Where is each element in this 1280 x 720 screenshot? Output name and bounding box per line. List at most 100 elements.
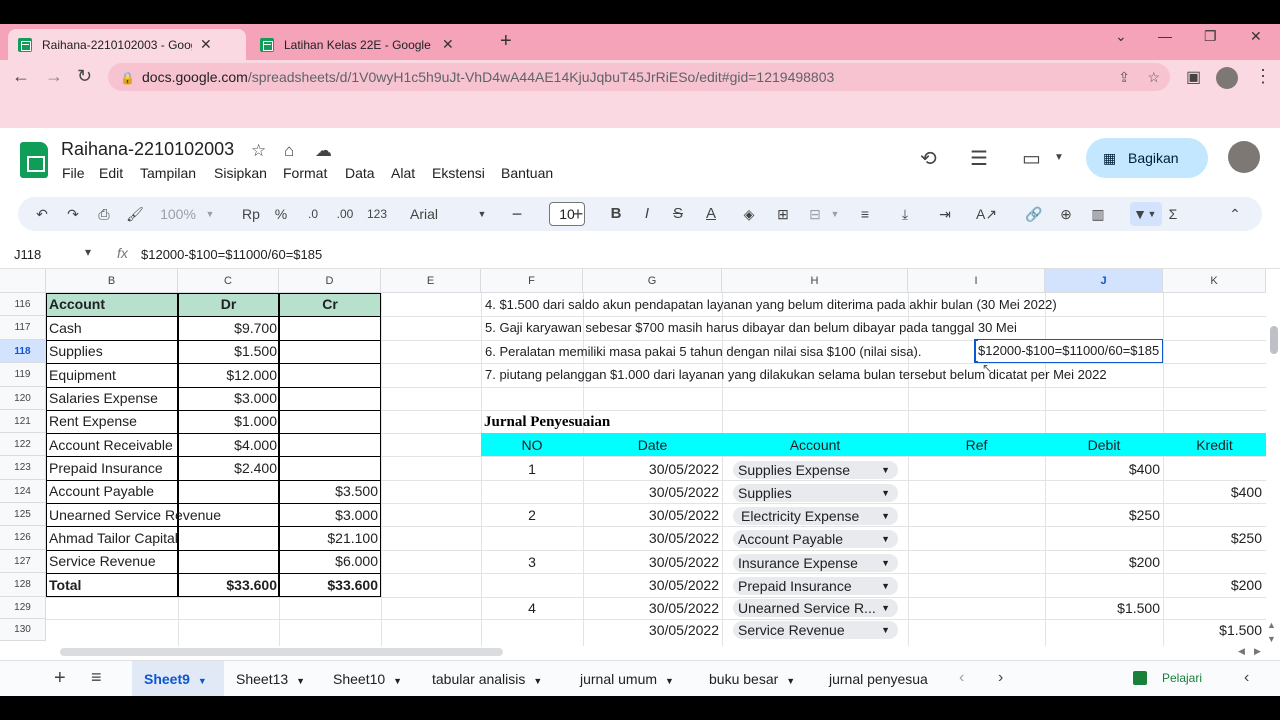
spreadsheet-grid[interactable]: B C D E F G H I J K 116 117 118 119 120 … [0,269,1266,646]
journal-kredit[interactable]: $250 [1163,527,1262,549]
meet-icon[interactable]: ▭ [1022,146,1041,171]
tb-dr[interactable]: $1.000 [178,410,277,432]
journal-date[interactable]: 30/05/2022 [583,458,719,480]
journal-date[interactable]: 30/05/2022 [583,481,719,503]
menu-view[interactable]: Tampilan [140,165,196,181]
horizontal-align-icon[interactable]: ≡ [856,197,874,231]
active-cell-value[interactable]: $12000-$100=$11000/60=$185 [978,340,1162,362]
header-cr[interactable]: Cr [279,293,381,315]
font-select[interactable]: Arial [410,197,450,231]
tb-account[interactable]: Equipment [49,364,177,386]
select-all-corner[interactable] [0,269,46,293]
new-tab-button[interactable]: + [500,30,512,53]
undo-icon[interactable]: ↶ [32,197,52,231]
tb-account[interactable]: Unearned Service Revenue [49,504,277,526]
close-tab-icon[interactable]: ✕ [200,36,212,53]
move-icon[interactable]: ⌂ [284,141,294,161]
tb-account[interactable]: Prepaid Insurance [49,457,177,479]
cloud-status-icon[interactable]: ☁ [315,141,332,161]
journal-no[interactable]: 2 [481,504,583,526]
column-header-c[interactable]: C [178,269,279,293]
journal-account-dropdown[interactable]: Electricity Expense ▼ [733,507,898,525]
scroll-tabs-left-icon[interactable]: ‹ [959,669,964,687]
tb-dr[interactable]: $4.000 [178,434,277,456]
tb-dr[interactable]: $1.500 [178,340,277,362]
journal-date[interactable]: 30/05/2022 [583,597,719,619]
address-bar[interactable]: 🔒 docs.google.com/spreadsheets/d/1V0wyH1… [108,63,1170,91]
add-sheet-icon[interactable]: + [54,667,66,690]
column-header-h[interactable]: H [722,269,908,293]
zoom-dropdown-icon[interactable]: ▼ [204,197,216,231]
account-avatar[interactable] [1228,141,1260,173]
journal-date[interactable]: 30/05/2022 [583,551,719,573]
text-rotation-icon[interactable]: A↗ [976,197,997,231]
tb-dr[interactable]: $3.000 [178,387,277,409]
row-header[interactable]: 122 [0,433,46,456]
tb-account[interactable]: Cash [49,317,177,339]
history-icon[interactable]: ⟲ [920,146,937,171]
journal-date[interactable]: 30/05/2022 [583,574,719,596]
decrease-decimal-button[interactable]: .0 [302,197,324,231]
paint-format-icon[interactable]: 🖌 [125,197,145,231]
journal-account-dropdown[interactable]: Account Payable ▼ [733,530,898,548]
journal-debit[interactable]: $1.500 [1045,597,1160,619]
tb-cr[interactable]: $6.000 [279,550,378,572]
row-header[interactable]: 130 [0,619,46,641]
profile-avatar[interactable] [1216,67,1238,89]
all-sheets-icon[interactable]: ≡ [91,667,102,688]
journal-header-account[interactable]: Account [722,434,908,456]
scroll-up-icon[interactable]: ▲ [1267,620,1276,630]
functions-icon[interactable]: Σ [1164,197,1182,231]
text-wrap-icon[interactable]: ⇥ [936,197,954,231]
vertical-scroll-thumb[interactable] [1270,326,1278,354]
journal-header-no[interactable]: NO [481,434,583,456]
column-header-f[interactable]: F [481,269,583,293]
tb-account[interactable]: Supplies [49,340,177,362]
journal-debit[interactable]: $250 [1045,504,1160,526]
column-header-d[interactable]: D [279,269,381,293]
decrease-font-size-icon[interactable]: − [510,197,524,231]
tb-account[interactable]: Rent Expense [49,410,177,432]
collapse-side-panel-icon[interactable]: ‹ [1244,669,1249,687]
sheet-tab[interactable]: buku besar ▼ [697,661,817,697]
browser-menu-icon[interactable]: ⋮ [1254,66,1272,87]
menu-format[interactable]: Format [283,165,327,181]
close-window-button[interactable]: ✕ [1250,28,1262,45]
scroll-right-icon[interactable]: ▶ [1254,646,1261,657]
number-format-button[interactable]: 123 [365,197,389,231]
sheets-logo[interactable] [20,142,48,178]
scroll-down-icon[interactable]: ▼ [1267,634,1276,644]
journal-title[interactable]: Jurnal Penyesuaian [484,414,610,431]
reload-icon[interactable]: ↻ [77,66,92,87]
journal-account-dropdown[interactable]: Insurance Expense ▼ [733,554,898,572]
journal-date[interactable]: 30/05/2022 [583,619,719,641]
browser-tab-active[interactable]: Raihana-2210102003 - Google Sheets ✕ [8,29,246,60]
tb-account[interactable]: Account Payable [49,480,177,502]
italic-icon[interactable]: I [640,197,654,231]
tab-search-icon[interactable]: ⌄ [1115,28,1127,45]
tb-dr[interactable]: $12.000 [178,364,277,386]
back-icon[interactable]: ← [12,66,30,87]
menu-file[interactable]: File [62,165,85,181]
increase-decimal-button[interactable]: .00 [334,197,356,231]
column-header-k[interactable]: K [1163,269,1266,293]
sheet-tab[interactable]: Sheet13 ▼ [224,661,321,697]
journal-account-dropdown[interactable]: Prepaid Insurance ▼ [733,577,898,595]
horizontal-scroll-thumb[interactable] [60,648,503,656]
scroll-tabs-right-icon[interactable]: › [998,669,1003,687]
sheet-tab[interactable]: tabular analisis ▼ [420,661,568,697]
header-account[interactable]: Account [49,293,175,315]
explore-button[interactable]: Pelajari [1122,664,1202,692]
sheet-tab-sheet9[interactable]: Sheet9 ▼ [132,661,224,697]
filter-dropdown-icon[interactable]: ▼ [1146,197,1158,231]
journal-account-dropdown[interactable]: Service Revenue ▼ [733,621,898,639]
tb-total-cr[interactable]: $33.600 [279,574,378,596]
journal-account-dropdown[interactable]: Supplies Expense ▼ [733,461,898,479]
journal-header-ref[interactable]: Ref [908,434,1045,456]
journal-date[interactable]: 30/05/2022 [583,527,719,549]
tb-account[interactable]: Account Receivable [49,434,177,456]
vertical-align-icon[interactable]: ⤓ [896,197,914,231]
collapse-menus-icon[interactable]: ⌃ [1226,197,1244,231]
row-header[interactable]: 121 [0,410,46,433]
journal-header-kredit[interactable]: Kredit [1163,434,1266,456]
